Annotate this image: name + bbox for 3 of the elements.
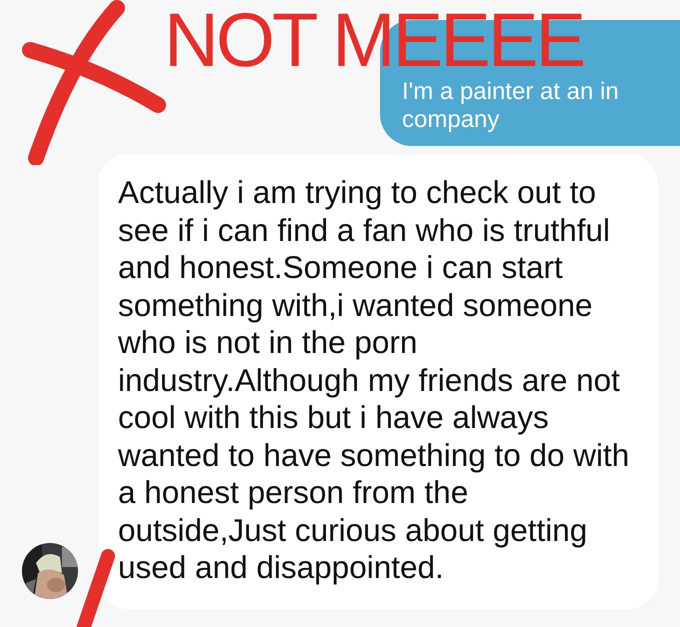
message-text: company xyxy=(402,106,500,134)
message-text: I'm a painter at an in xyxy=(402,78,620,106)
message-text: Actually i am trying to check out to see if i can find a fan who is truthful and honest.Someone i can start something with,i wanted someone who is not in the porn industry.Although my friends are not cool with this but i have always wanted to have something to do with a honest person from the outside,Just curious about getting used and disappointed. xyxy=(118,174,630,586)
